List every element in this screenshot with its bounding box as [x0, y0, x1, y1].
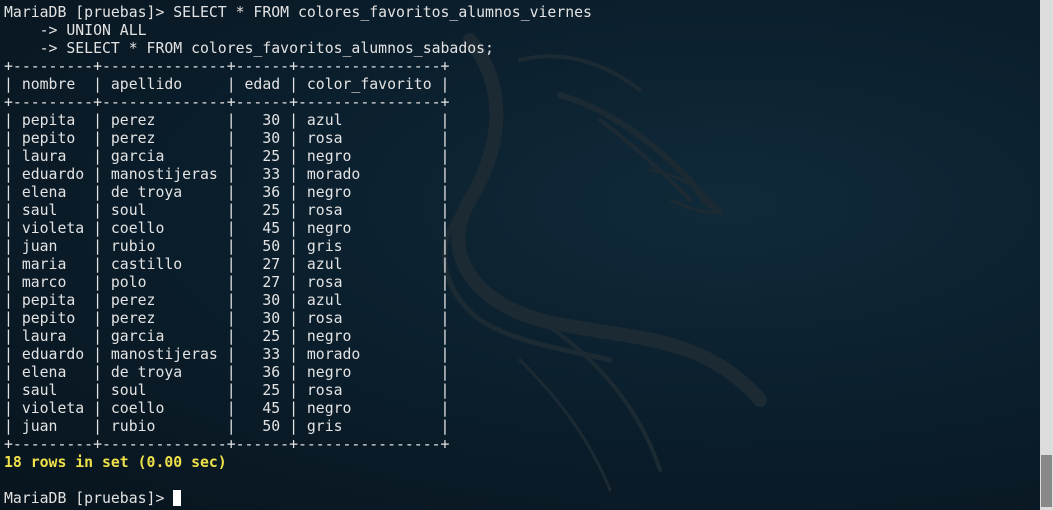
- table-row: | marco | polo | 27 | rosa |: [4, 274, 450, 291]
- table-row: | laura | garcia | 25 | negro |: [4, 328, 450, 345]
- table-row: | saul | soul | 25 | rosa |: [4, 382, 450, 399]
- table-row: | juan | rubio | 50 | gris |: [4, 418, 450, 435]
- vertical-scrollbar[interactable]: [1040, 0, 1053, 510]
- prompt-line[interactable]: MariaDB [pruebas]>: [4, 490, 592, 508]
- table-row: | juan | rubio | 50 | gris |: [4, 238, 450, 255]
- table-row: | saul | soul | 25 | rosa |: [4, 202, 450, 219]
- scrollbar-thumb[interactable]: [1041, 455, 1052, 507]
- terminal-window[interactable]: MariaDB [pruebas]> SELECT * FROM colores…: [0, 0, 1040, 510]
- terminal-output: MariaDB [pruebas]> SELECT * FROM colores…: [4, 4, 592, 508]
- table-row: | eduardo | manostijeras | 33 | morado |: [4, 166, 450, 183]
- table-row: | maria | castillo | 27 | azul |: [4, 256, 450, 273]
- table-rows: | pepita | perez | 30 | azul | | pepito |…: [4, 112, 592, 436]
- table-row: | pepita | perez | 30 | azul |: [4, 112, 450, 129]
- table-row: | eduardo | manostijeras | 33 | morado |: [4, 346, 450, 363]
- table-row: | elena | de troya | 36 | negro |: [4, 364, 450, 381]
- table-row: | pepita | perez | 30 | azul |: [4, 292, 450, 309]
- table-border-bottom: +---------+--------------+------+-------…: [4, 436, 450, 453]
- table-header: | nombre | apellido | edad | color_favor…: [4, 76, 450, 93]
- command-line-1: MariaDB [pruebas]> SELECT * FROM colores…: [4, 4, 592, 21]
- table-row: | violeta | coello | 45 | negro |: [4, 400, 450, 417]
- table-border-top: +---------+--------------+------+-------…: [4, 58, 450, 75]
- result-summary: 18 rows in set (0.00 sec): [4, 454, 227, 471]
- table-row: | laura | garcia | 25 | negro |: [4, 148, 450, 165]
- command-line-3: -> SELECT * FROM colores_favoritos_alumn…: [4, 40, 494, 57]
- prompt: MariaDB [pruebas]>: [4, 490, 174, 507]
- table-border-header: +---------+--------------+------+-------…: [4, 94, 450, 111]
- table-row: | elena | de troya | 36 | negro |: [4, 184, 450, 201]
- command-line-2: -> UNION ALL: [4, 22, 147, 39]
- table-row: | violeta | coello | 45 | negro |: [4, 220, 450, 237]
- table-row: | pepito | perez | 30 | rosa |: [4, 310, 450, 327]
- table-row: | pepito | perez | 30 | rosa |: [4, 130, 450, 147]
- text-cursor: [173, 490, 182, 506]
